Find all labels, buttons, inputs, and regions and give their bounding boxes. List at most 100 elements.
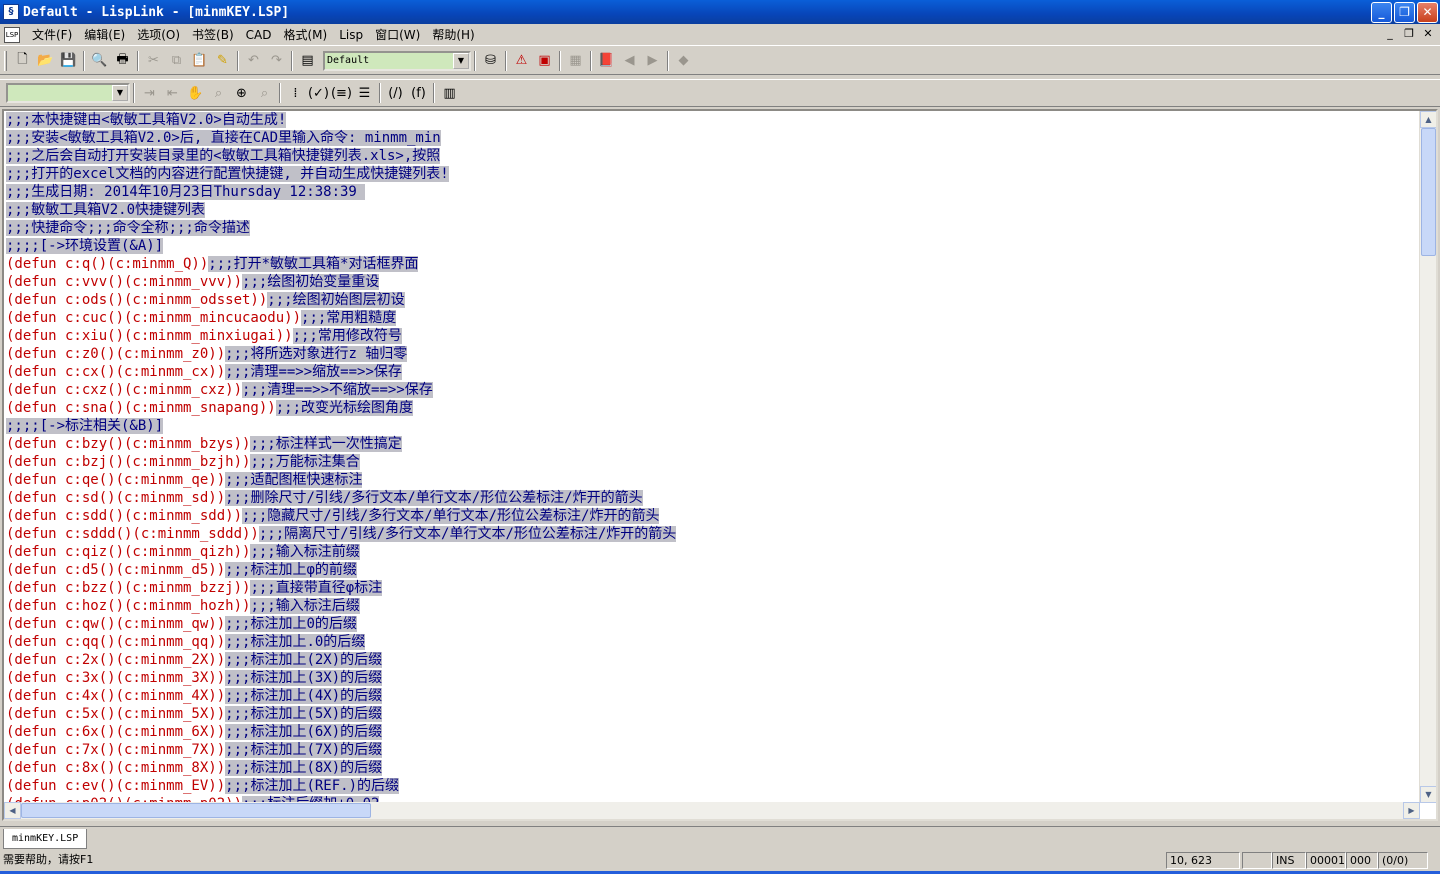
code-line[interactable]: (defun c:xiu()(c:minmm_minxiugai));;;常用修…	[6, 327, 1422, 345]
unindent-icon[interactable]: ⇤	[161, 82, 184, 104]
code-line[interactable]: ;;;打开的excel文档的内容进行配置快捷键, 并自动生成快捷键列表!	[6, 165, 1422, 183]
cad-window-icon[interactable]: ▣	[533, 50, 556, 72]
code-line[interactable]: (defun c:bzz()(c:minmm_bzzj));;;直接带直径φ标注	[6, 579, 1422, 597]
code-line[interactable]: (defun c:sna()(c:minmm_snapang));;;改变光标绘…	[6, 399, 1422, 417]
chevron-down-icon[interactable]: ▼	[112, 85, 128, 101]
document-icon[interactable]: LSP	[4, 26, 20, 43]
code-line[interactable]: (defun c:2x()(c:minmm_2X));;;标注加上(2X)的后缀	[6, 651, 1422, 669]
function-icon[interactable]: (f)	[407, 82, 430, 104]
check-parens-icon[interactable]: (✓)	[307, 82, 330, 104]
horizontal-scroll-thumb[interactable]	[21, 803, 371, 818]
code-line[interactable]: (defun c:qiz()(c:minmm_qizh));;;输入标注前缀	[6, 543, 1422, 561]
menu-lisp[interactable]: Lisp	[333, 25, 369, 45]
code-line[interactable]: (defun c:bzy()(c:minmm_bzys));;;标注样式一次性搞…	[6, 435, 1422, 453]
mdi-minimize-button[interactable]: _	[1382, 27, 1398, 41]
save-icon[interactable]: 💾	[57, 50, 80, 72]
undo-icon[interactable]: ↶	[242, 50, 265, 72]
code-line[interactable]: (defun c:hoz()(c:minmm_hozh));;;输入标注后缀	[6, 597, 1422, 615]
print-icon[interactable]: 🖶	[111, 50, 134, 72]
code-line[interactable]: (defun c:6x()(c:minmm_6X));;;标注加上(6X)的后缀	[6, 723, 1422, 741]
code-line[interactable]: (defun c:cuc()(c:minmm_mincucaodu));;;常用…	[6, 309, 1422, 327]
previous-bookmark-icon[interactable]: ◀	[618, 50, 641, 72]
code-editor[interactable]: ;;;本快捷键由<敏敏工具箱V2.0>自动生成! ;;;安装<敏敏工具箱V2.0>…	[2, 109, 1438, 821]
code-line[interactable]: ;;;;[->环境设置(&A)]	[6, 237, 1422, 255]
paste-icon[interactable]: 📋	[188, 50, 211, 72]
code-line[interactable]: (defun c:sdd()(c:minmm_sdd));;;隐藏尺寸/引线/多…	[6, 507, 1422, 525]
menu-cad[interactable]: CAD	[240, 25, 278, 45]
code-line[interactable]: (defun c:7x()(c:minmm_7X));;;标注加上(7X)的后缀	[6, 741, 1422, 759]
open-folder-icon[interactable]: 📂	[34, 50, 57, 72]
code-line[interactable]: (defun c:cx()(c:minmm_cx));;;清理==>>缩放==>…	[6, 363, 1422, 381]
code-line[interactable]: (defun c:sd()(c:minmm_sd));;;删除尺寸/引线/多行文…	[6, 489, 1422, 507]
match-parens-icon[interactable]: (≡)	[330, 82, 353, 104]
redo-icon[interactable]: ↷	[265, 50, 288, 72]
menu-bookmarks[interactable]: 书签(B)	[186, 25, 240, 45]
chevron-down-icon[interactable]: ▼	[453, 52, 469, 69]
scroll-up-icon[interactable]: ▲	[1420, 111, 1436, 128]
code-line[interactable]: (defun c:d5()(c:minmm_d5));;;标注加上φ的前缀	[6, 561, 1422, 579]
find-icon[interactable]: ⌕	[207, 82, 230, 104]
code-line[interactable]: (defun c:qq()(c:minmm_qq));;;标注加上.0的后缀	[6, 633, 1422, 651]
code-line[interactable]: ;;;本快捷键由<敏敏工具箱V2.0>自动生成!	[6, 111, 1422, 129]
vertical-scrollbar[interactable]: ▲ ▼	[1419, 111, 1436, 803]
code-text[interactable]: ;;;本快捷键由<敏敏工具箱V2.0>自动生成! ;;;安装<敏敏工具箱V2.0>…	[6, 111, 1422, 803]
code-line[interactable]: (defun c:qe()(c:minmm_qe));;;适配图框快速标注	[6, 471, 1422, 489]
code-line[interactable]: (defun c:bzj()(c:minmm_bzjh));;;万能标注集合	[6, 453, 1422, 471]
code-line[interactable]: (defun c:q()(c:minmm_Q));;;打开*敏敏工具箱*对话框界…	[6, 255, 1422, 273]
cad-load-icon[interactable]: ⚠	[510, 50, 533, 72]
code-line[interactable]: (defun c:z0()(c:minmm_z0));;;将所选对象进行z 轴归…	[6, 345, 1422, 363]
menu-help[interactable]: 帮助(H)	[426, 25, 480, 45]
code-line[interactable]: ;;;快捷命令;;;命令全称;;;命令描述	[6, 219, 1422, 237]
vertical-scroll-thumb[interactable]	[1421, 128, 1436, 256]
next-bookmark-icon[interactable]: ▶	[641, 50, 664, 72]
menu-edit[interactable]: 编辑(E)	[78, 25, 131, 45]
code-line[interactable]: (defun c:5x()(c:minmm_5X));;;标注加上(5X)的后缀	[6, 705, 1422, 723]
goto-icon[interactable]: ⊕	[230, 82, 253, 104]
load-lisp-icon[interactable]: ⛁	[479, 50, 502, 72]
code-line[interactable]: (defun c:cxz()(c:minmm_cxz));;;清理==>>不缩放…	[6, 381, 1422, 399]
format-code-icon[interactable]: ⁞	[284, 82, 307, 104]
menu-options[interactable]: 选项(O)	[131, 25, 186, 45]
maximize-button[interactable]: ❐	[1394, 2, 1415, 23]
toolbar-grip[interactable]	[4, 50, 7, 71]
menu-format[interactable]: 格式(M)	[277, 25, 333, 45]
copy-icon[interactable]: ⧉	[165, 50, 188, 72]
scroll-right-icon[interactable]: ▶	[1403, 802, 1420, 819]
highlight-icon[interactable]: ✎	[211, 50, 234, 72]
function-select[interactable]: ▼	[6, 83, 130, 103]
clear-bookmarks-icon[interactable]: ◆	[672, 50, 695, 72]
comment-icon[interactable]: (/)	[384, 82, 407, 104]
code-line[interactable]: ;;;敏敏工具箱V2.0快捷键列表	[6, 201, 1422, 219]
code-line[interactable]: (defun c:4x()(c:minmm_4X));;;标注加上(4X)的后缀	[6, 687, 1422, 705]
profile-icon[interactable]: ▤	[296, 50, 319, 72]
profile-select[interactable]: Default ▼	[323, 50, 471, 71]
code-line[interactable]: ;;;安装<敏敏工具箱V2.0>后, 直接在CAD里输入命令: minmm_mi…	[6, 129, 1422, 147]
code-line[interactable]: (defun c:ev()(c:minmm_EV));;;标注加上(REF.)的…	[6, 777, 1422, 795]
code-line[interactable]: ;;;;[->标注相关(&B)]	[6, 417, 1422, 435]
mdi-restore-button[interactable]: ❐	[1401, 27, 1417, 41]
bookmark-book-icon[interactable]: 📕	[595, 50, 618, 72]
code-line[interactable]: (defun c:ods()(c:minmm_odsset));;;绘图初始图层…	[6, 291, 1422, 309]
print-preview-icon[interactable]: 🔍	[88, 50, 111, 72]
menu-window[interactable]: 窗口(W)	[369, 25, 426, 45]
indent-icon[interactable]: ⇥	[138, 82, 161, 104]
run-icon[interactable]: ▥	[438, 82, 461, 104]
tab-minmkey-lsp[interactable]: minmKEY.LSP	[3, 829, 88, 849]
hand-icon[interactable]: ✋	[184, 82, 207, 104]
code-line[interactable]: ;;;之后会自动打开安装目录里的<敏敏工具箱快捷键列表.xls>,按照	[6, 147, 1422, 165]
code-line[interactable]: (defun c:qw()(c:minmm_qw));;;标注加上0的后缀	[6, 615, 1422, 633]
new-file-icon[interactable]: 🗋	[11, 50, 34, 72]
scroll-down-icon[interactable]: ▼	[1420, 786, 1436, 803]
mdi-close-button[interactable]: ✕	[1420, 27, 1436, 41]
align-icon[interactable]: ☰	[353, 82, 376, 104]
menu-file[interactable]: 文件(F)	[26, 25, 78, 45]
compile-icon[interactable]: ▦	[564, 50, 587, 72]
code-line[interactable]: (defun c:sddd()(c:minmm_sddd));;;隔离尺寸/引线…	[6, 525, 1422, 543]
code-line[interactable]: (defun c:3x()(c:minmm_3X));;;标注加上(3X)的后缀	[6, 669, 1422, 687]
horizontal-scrollbar[interactable]: ◀ ▶	[4, 802, 1420, 819]
code-line[interactable]: (defun c:vvv()(c:minmm_vvv));;;绘图初始变量重设	[6, 273, 1422, 291]
close-button[interactable]: ✕	[1417, 2, 1438, 23]
minimize-button[interactable]: _	[1371, 2, 1392, 23]
title-bar[interactable]: § Default - LispLink - [minmKEY.LSP] _ ❐…	[0, 0, 1440, 24]
replace-icon[interactable]: ⌕	[253, 82, 276, 104]
